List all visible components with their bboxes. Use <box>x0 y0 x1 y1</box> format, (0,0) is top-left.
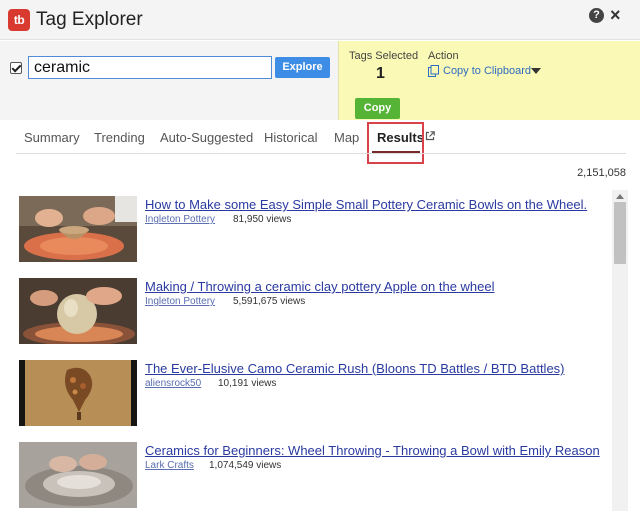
tab-auto-suggested[interactable]: Auto-Suggested <box>160 130 253 145</box>
tags-panel: Tags Selected 1 Action Copy to Clipboard… <box>338 41 640 120</box>
search-input[interactable] <box>28 56 272 79</box>
toolbar: Explore Tags Selected 1 Action Copy to C… <box>0 41 640 120</box>
tab-historical[interactable]: Historical <box>264 130 317 145</box>
chevron-down-icon[interactable] <box>531 68 541 74</box>
results-highlight-box <box>367 122 424 164</box>
tab-summary[interactable]: Summary <box>24 130 80 145</box>
clipboard-icon <box>428 65 439 77</box>
video-title-link[interactable]: Ceramics for Beginners: Wheel Throwing -… <box>145 443 600 458</box>
view-count: 5,591,675 views <box>233 296 306 307</box>
video-thumbnail[interactable] <box>19 196 137 262</box>
results-list: How to Make some Easy Simple Small Potte… <box>0 190 610 511</box>
tags-selected-count: 1 <box>376 65 385 82</box>
scrollbar-thumb[interactable] <box>614 202 626 264</box>
channel-link[interactable]: Ingleton Pottery <box>145 214 215 225</box>
tubebuddy-logo: tb <box>8 9 30 31</box>
app-title: Tag Explorer <box>36 9 143 30</box>
tags-selected-label: Tags Selected <box>349 50 419 62</box>
tabs-divider <box>16 153 626 154</box>
view-count: 1,074,549 views <box>209 460 282 471</box>
video-thumbnail[interactable] <box>19 442 137 508</box>
action-label: Action <box>428 50 459 62</box>
search-area: Explore <box>0 41 338 120</box>
external-link-icon[interactable] <box>425 131 435 141</box>
scroll-up-arrow-icon[interactable] <box>616 194 624 199</box>
video-thumbnail[interactable] <box>19 278 137 344</box>
tab-map[interactable]: Map <box>334 130 359 145</box>
copy-button[interactable]: Copy <box>355 98 400 119</box>
result-item: Ceramics for Beginners: Wheel Throwing -… <box>19 436 609 508</box>
video-title-link[interactable]: Making / Throwing a ceramic clay pottery… <box>145 279 495 294</box>
channel-link[interactable]: Ingleton Pottery <box>145 296 215 307</box>
channel-link[interactable]: Lark Crafts <box>145 460 194 471</box>
close-icon[interactable]: × <box>610 4 621 26</box>
view-count: 10,191 views <box>218 378 277 389</box>
view-count: 81,950 views <box>233 214 292 225</box>
video-thumbnail[interactable] <box>19 360 137 426</box>
video-title-link[interactable]: How to Make some Easy Simple Small Potte… <box>145 197 587 212</box>
tab-trending[interactable]: Trending <box>94 130 145 145</box>
select-checkbox[interactable] <box>10 62 22 74</box>
result-item: Making / Throwing a ceramic clay pottery… <box>19 272 609 344</box>
title-bar: tb Tag Explorer ? × <box>0 0 640 40</box>
results-total-count: 2,151,058 <box>577 167 626 179</box>
help-icon[interactable]: ? <box>589 8 604 23</box>
action-select[interactable]: Copy to Clipboard <box>443 65 531 77</box>
channel-link[interactable]: aliensrock50 <box>145 378 201 389</box>
video-title-link[interactable]: The Ever-Elusive Camo Ceramic Rush (Bloo… <box>145 361 565 376</box>
result-item: How to Make some Easy Simple Small Potte… <box>19 190 609 262</box>
result-item: The Ever-Elusive Camo Ceramic Rush (Bloo… <box>19 354 609 426</box>
explore-button[interactable]: Explore <box>275 57 330 78</box>
